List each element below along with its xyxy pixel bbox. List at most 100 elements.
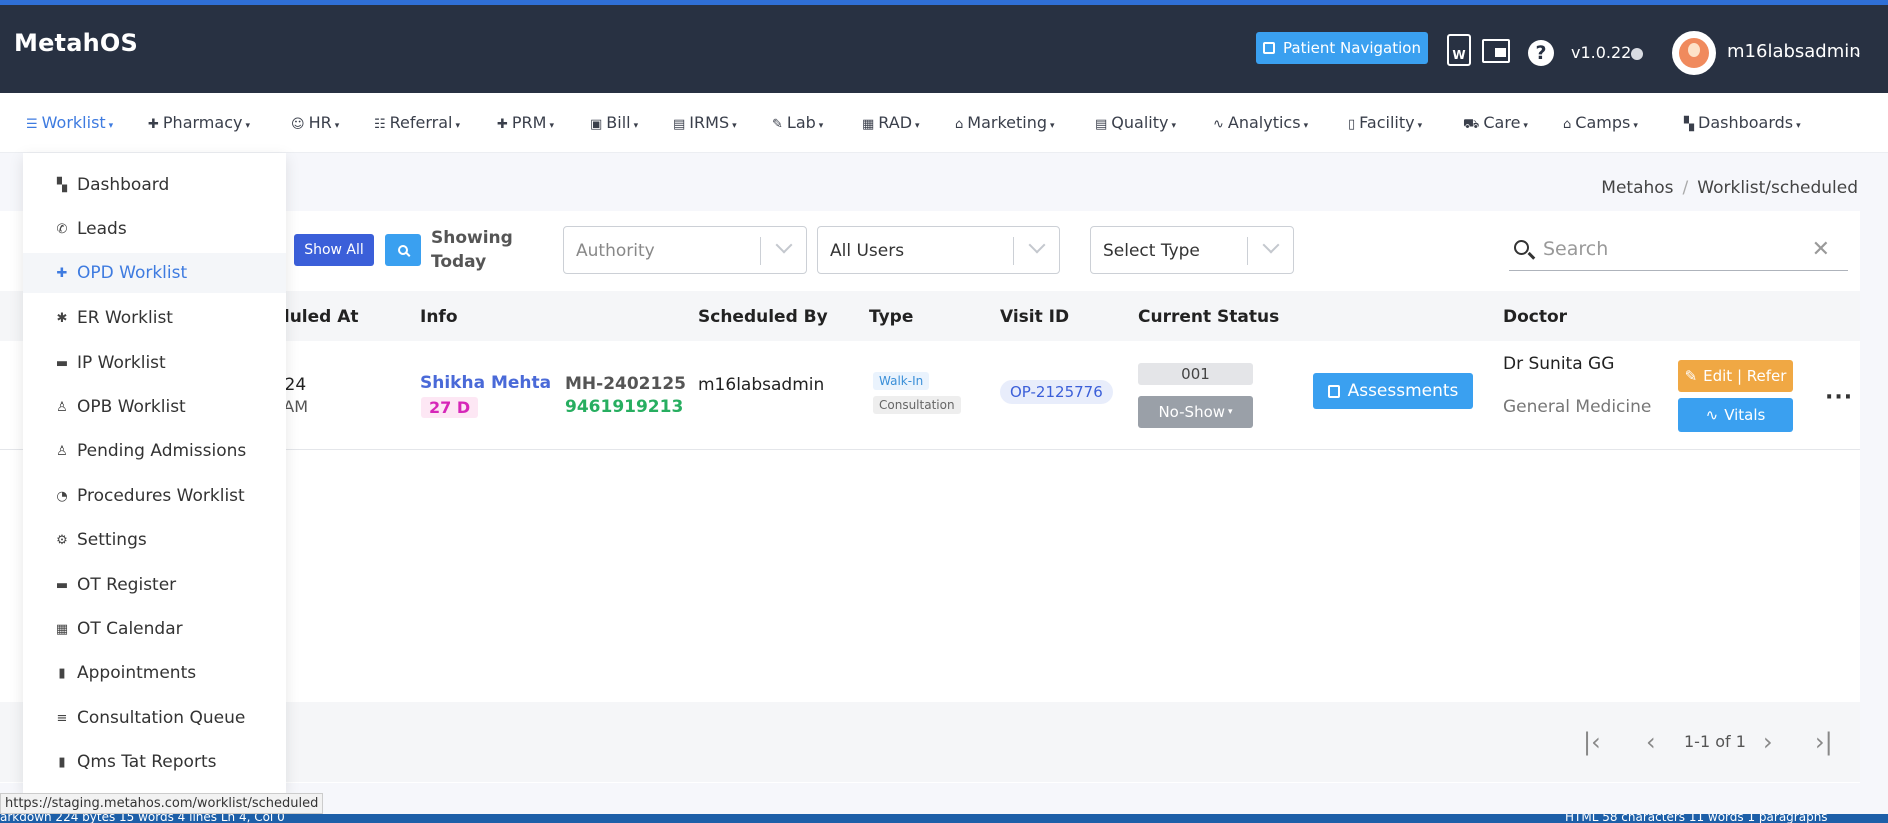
clipboard-icon: ▮ <box>58 665 66 681</box>
menu-item-settings[interactable]: ⚙ Settings <box>23 520 286 560</box>
menu-item-label: Procedures Worklist <box>77 486 245 506</box>
prev-page-icon[interactable]: ‹ <box>1646 728 1656 756</box>
users-select[interactable]: All Users <box>817 226 1060 274</box>
queue-list-icon: ≡ <box>56 710 68 726</box>
nav-analytics[interactable]: ∿ Analytics ▾ <box>1213 113 1308 132</box>
show-all-button[interactable]: Show All <box>294 234 374 266</box>
menu-item-ot-calendar[interactable]: ▦ OT Calendar <box>23 609 286 649</box>
menu-item-opd-worklist[interactable]: ✚ OPD Worklist <box>23 253 286 293</box>
vitals-button[interactable]: ∿ Vitals <box>1678 398 1793 432</box>
column-current-status[interactable]: Current Status <box>1138 307 1279 327</box>
assessments-button[interactable]: Assessments <box>1313 373 1473 409</box>
type-select[interactable]: Select Type <box>1090 226 1294 274</box>
avatar-head <box>1688 43 1700 57</box>
menu-item-ot-register[interactable]: ▬ OT Register <box>23 565 286 605</box>
walk-in-badge: Walk-In <box>873 372 930 390</box>
menu-item-dashboard[interactable]: ▚ Dashboard <box>23 165 286 205</box>
nav-hr[interactable]: ☺ HR ▾ <box>291 113 339 132</box>
status-dropdown[interactable]: No-Show ▾ <box>1138 396 1253 428</box>
close-icon[interactable]: ✕ <box>1812 237 1830 262</box>
nav-bill[interactable]: ▣ Bill ▾ <box>590 113 638 132</box>
nav-dashboards[interactable]: ▚ Dashboards ▾ <box>1684 113 1801 132</box>
nav-quality[interactable]: ▤ Quality ▾ <box>1095 113 1176 132</box>
menu-item-label: Qms Tat Reports <box>77 752 217 772</box>
menu-item-consultation-queue[interactable]: ≡ Consultation Queue <box>23 698 286 738</box>
menu-item-leads[interactable]: ✆ Leads <box>23 209 286 249</box>
nav-rad[interactable]: ▦ RAD ▾ <box>862 113 920 132</box>
help-icon[interactable]: ? <box>1528 40 1554 66</box>
nav-worklist[interactable]: ☰ Worklist ▾ <box>26 113 113 132</box>
user-avatar[interactable] <box>1672 31 1716 75</box>
users-value: All Users <box>830 241 905 261</box>
nav-facility[interactable]: ▯ Facility ▾ <box>1348 113 1422 132</box>
id-card-icon: ☷ <box>374 117 386 132</box>
word-document-icon[interactable]: W <box>1447 34 1471 66</box>
chevron-down-icon <box>1262 236 1280 254</box>
patient-name-link[interactable]: Shikha Mehta <box>420 373 551 393</box>
status-bar-right-text: HTML 58 characters 11 words 1 paragraphs <box>1565 814 1828 823</box>
card-icon: ▤ <box>673 117 686 132</box>
menu-item-appointments[interactable]: ▮ Appointments <box>23 653 286 693</box>
building-icon: ▯ <box>1348 117 1356 132</box>
breadcrumb: Metahos / Worklist/scheduled <box>1601 178 1858 198</box>
worklist-dropdown-menu: ▚ Dashboard ✆ Leads ✚ OPD Worklist ✱ ER Work… <box>23 153 286 793</box>
edit-refer-button[interactable]: ✎ Edit | Refer <box>1678 360 1793 392</box>
nav-prm[interactable]: ✚ PRM ▾ <box>497 113 554 132</box>
menu-item-ip-worklist[interactable]: ▬ IP Worklist <box>23 343 286 383</box>
edit-icon: ✎ <box>1684 367 1698 385</box>
scheduled-by: m16labsadmin <box>698 375 825 395</box>
nav-referral[interactable]: ☷ Referral ▾ <box>374 113 460 132</box>
visit-id-badge[interactable]: OP-2125776 <box>1000 380 1113 404</box>
doctor-department: General Medicine <box>1503 397 1652 417</box>
asterisk-icon: ✱ <box>56 310 68 326</box>
brand-logo[interactable]: MetahOS <box>14 29 138 57</box>
nav-irms[interactable]: ▤ IRMS ▾ <box>673 113 737 132</box>
nav-marketing[interactable]: ⌂ Marketing ▾ <box>955 113 1055 132</box>
menu-item-pending-admissions[interactable]: ♙ Pending Admissions <box>23 431 286 471</box>
first-page-icon[interactable]: |‹ <box>1583 728 1601 756</box>
breadcrumb-home[interactable]: Metahos <box>1601 178 1673 198</box>
column-type[interactable]: Type <box>869 307 913 327</box>
caret-down-icon: ▾ <box>1050 121 1055 131</box>
menu-item-procedures-worklist[interactable]: ◔ Procedures Worklist <box>23 476 286 516</box>
username[interactable]: m16labsadmin <box>1727 41 1861 62</box>
status-code: 001 <box>1138 363 1253 385</box>
caret-down-icon: ▾ <box>1417 121 1423 131</box>
vitals-label: Vitals <box>1724 406 1766 424</box>
column-doctor[interactable]: Doctor <box>1503 307 1567 327</box>
menu-item-qms-tat-reports[interactable]: ▮ Qms Tat Reports <box>23 742 286 782</box>
edit-refer-label: Edit | Refer <box>1703 367 1787 385</box>
search-button[interactable] <box>385 234 421 266</box>
menu-item-opb-worklist[interactable]: ♙ OPB Worklist <box>23 387 286 427</box>
user-lock-icon: ♙ <box>56 399 68 415</box>
nav-lab[interactable]: ✎ Lab ▾ <box>772 113 823 132</box>
menu-item-er-worklist[interactable]: ✱ ER Worklist <box>23 298 286 338</box>
search-input[interactable] <box>1543 236 1803 262</box>
shopping-bag-icon: ⌂ <box>955 117 964 132</box>
chevron-down-icon[interactable]: ⌄ <box>1852 45 1862 59</box>
picture-in-picture-icon[interactable] <box>1482 39 1510 63</box>
menu-item-label: Pending Admissions <box>77 441 247 461</box>
authority-placeholder: Authority <box>576 241 655 261</box>
status-value: No-Show <box>1158 403 1226 421</box>
last-page-icon[interactable]: ›| <box>1815 728 1833 756</box>
patient-mrn: MH-2402125 <box>565 374 687 394</box>
nav-care[interactable]: ⛟ Care ▾ <box>1463 113 1528 134</box>
next-page-icon[interactable]: › <box>1763 728 1773 756</box>
column-info[interactable]: Info <box>420 307 458 327</box>
column-scheduled-by[interactable]: Scheduled By <box>698 307 828 327</box>
authority-select[interactable]: Authority <box>563 226 807 274</box>
nav-pharmacy[interactable]: ✚ Pharmacy ▾ <box>148 113 250 132</box>
column-visit-id[interactable]: Visit ID <box>1000 307 1069 327</box>
caret-down-icon: ▾ <box>1796 121 1801 131</box>
nav-camps[interactable]: ⌂ Camps ▾ <box>1563 113 1638 132</box>
app-header: MetahOS Patient Navigation W ? v1.0.22 m… <box>0 5 1888 93</box>
menu-item-label: OT Calendar <box>77 619 183 639</box>
caret-down-icon: ▾ <box>108 121 114 131</box>
more-actions-icon[interactable]: ··· <box>1825 385 1853 410</box>
nav-label: IRMS <box>689 113 730 132</box>
select-divider <box>1013 237 1014 265</box>
nav-label: RAD <box>878 113 913 132</box>
patient-navigation-button[interactable]: Patient Navigation <box>1256 32 1428 64</box>
showing-label: Showing <box>431 228 513 248</box>
